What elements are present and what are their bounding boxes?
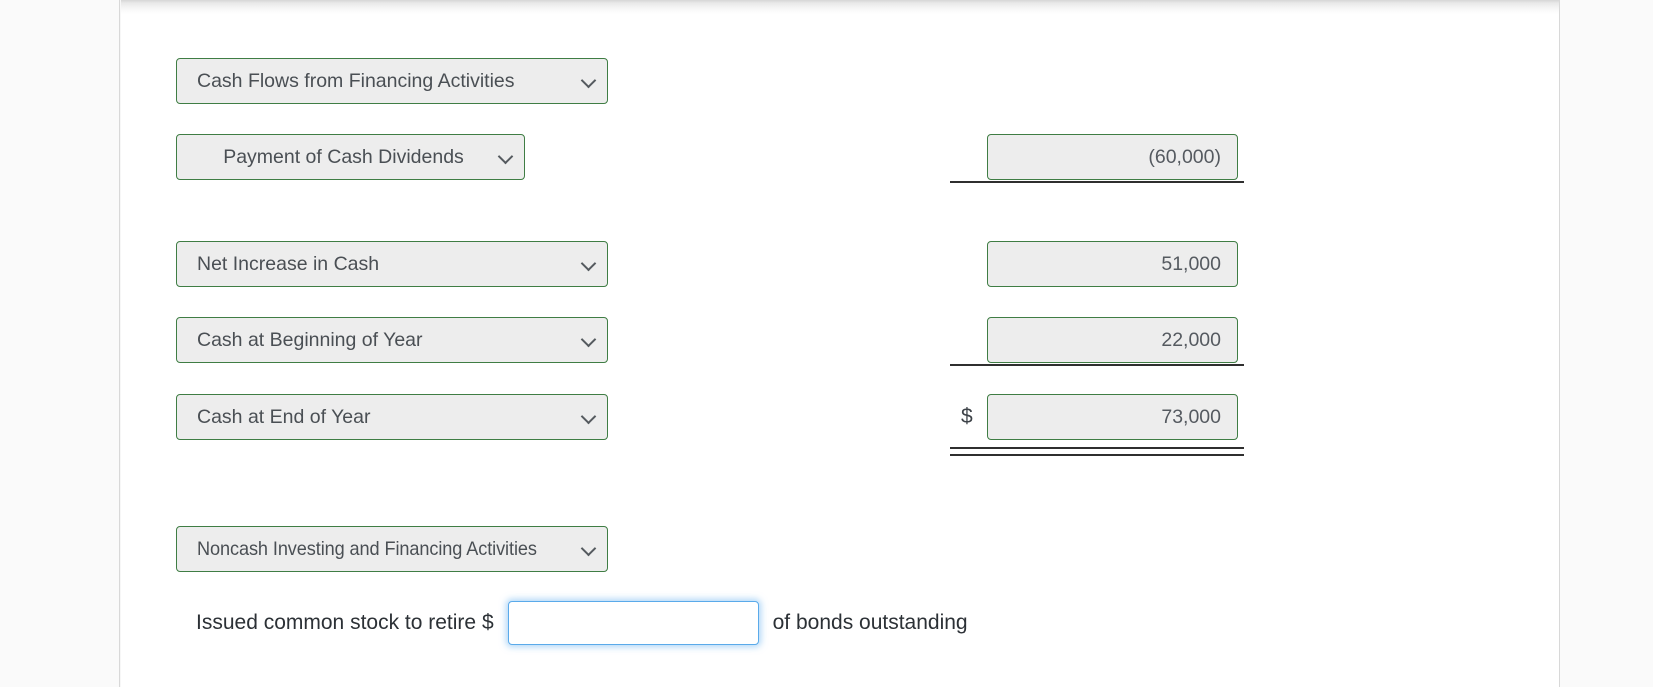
chevron-down-icon	[581, 541, 597, 557]
select-noncash-investing-and-financing-activities[interactable]: Noncash Investing and Financing Activiti…	[176, 526, 608, 572]
select-net-increase-in-cash[interactable]: Net Increase in Cash	[176, 241, 608, 287]
select-payment-of-cash-dividends[interactable]: Payment of Cash Dividends	[176, 134, 525, 180]
select-cash-at-beginning-of-year-label: Cash at Beginning of Year	[197, 328, 423, 351]
amount-cash-at-beginning-of-year[interactable]: 22,000	[987, 317, 1238, 363]
right-gutter	[1559, 0, 1653, 687]
select-noncash-investing-and-financing-activities-label: Noncash Investing and Financing Activiti…	[197, 537, 537, 560]
top-edge-shadow	[121, 0, 1559, 14]
amount-cash-at-end-of-year[interactable]: 73,000	[987, 394, 1238, 440]
chevron-down-icon	[581, 332, 597, 348]
noncash-note-suffix: of bonds outstanding	[772, 611, 968, 634]
left-gutter	[0, 0, 120, 687]
subtotal-rule-beginning-cash	[950, 364, 1244, 366]
worksheet-page: Cash Flows from Financing Activities Pay…	[0, 0, 1653, 687]
chevron-down-icon	[498, 149, 514, 165]
select-cash-at-beginning-of-year[interactable]: Cash at Beginning of Year	[176, 317, 608, 363]
amount-net-increase-in-cash[interactable]: 51,000	[987, 241, 1238, 287]
noncash-note-prefix: Issued common stock to retire $	[196, 611, 494, 634]
select-cash-at-end-of-year[interactable]: Cash at End of Year	[176, 394, 608, 440]
grand-total-rule-cash-at-end-of-year	[950, 447, 1244, 456]
noncash-amount-input-wrap	[507, 601, 759, 645]
noncash-note-line: Issued common stock to retire $ of bonds…	[196, 601, 968, 645]
select-financing-header-label: Cash Flows from Financing Activities	[197, 69, 515, 92]
currency-symbol-cash-at-end-of-year: $	[961, 405, 973, 428]
noncash-amount-input[interactable]	[507, 601, 759, 645]
select-net-increase-in-cash-label: Net Increase in Cash	[197, 252, 380, 275]
select-payment-of-cash-dividends-label: Payment of Cash Dividends	[223, 145, 464, 168]
subtotal-rule-financing	[950, 181, 1244, 183]
chevron-down-icon	[581, 409, 597, 425]
chevron-down-icon	[581, 256, 597, 272]
statement-content-pane: Cash Flows from Financing Activities Pay…	[121, 0, 1559, 687]
select-financing-header[interactable]: Cash Flows from Financing Activities	[176, 58, 608, 104]
amount-payment-of-cash-dividends[interactable]: (60,000)	[987, 134, 1238, 180]
select-cash-at-end-of-year-label: Cash at End of Year	[197, 405, 371, 428]
chevron-down-icon	[581, 73, 597, 89]
